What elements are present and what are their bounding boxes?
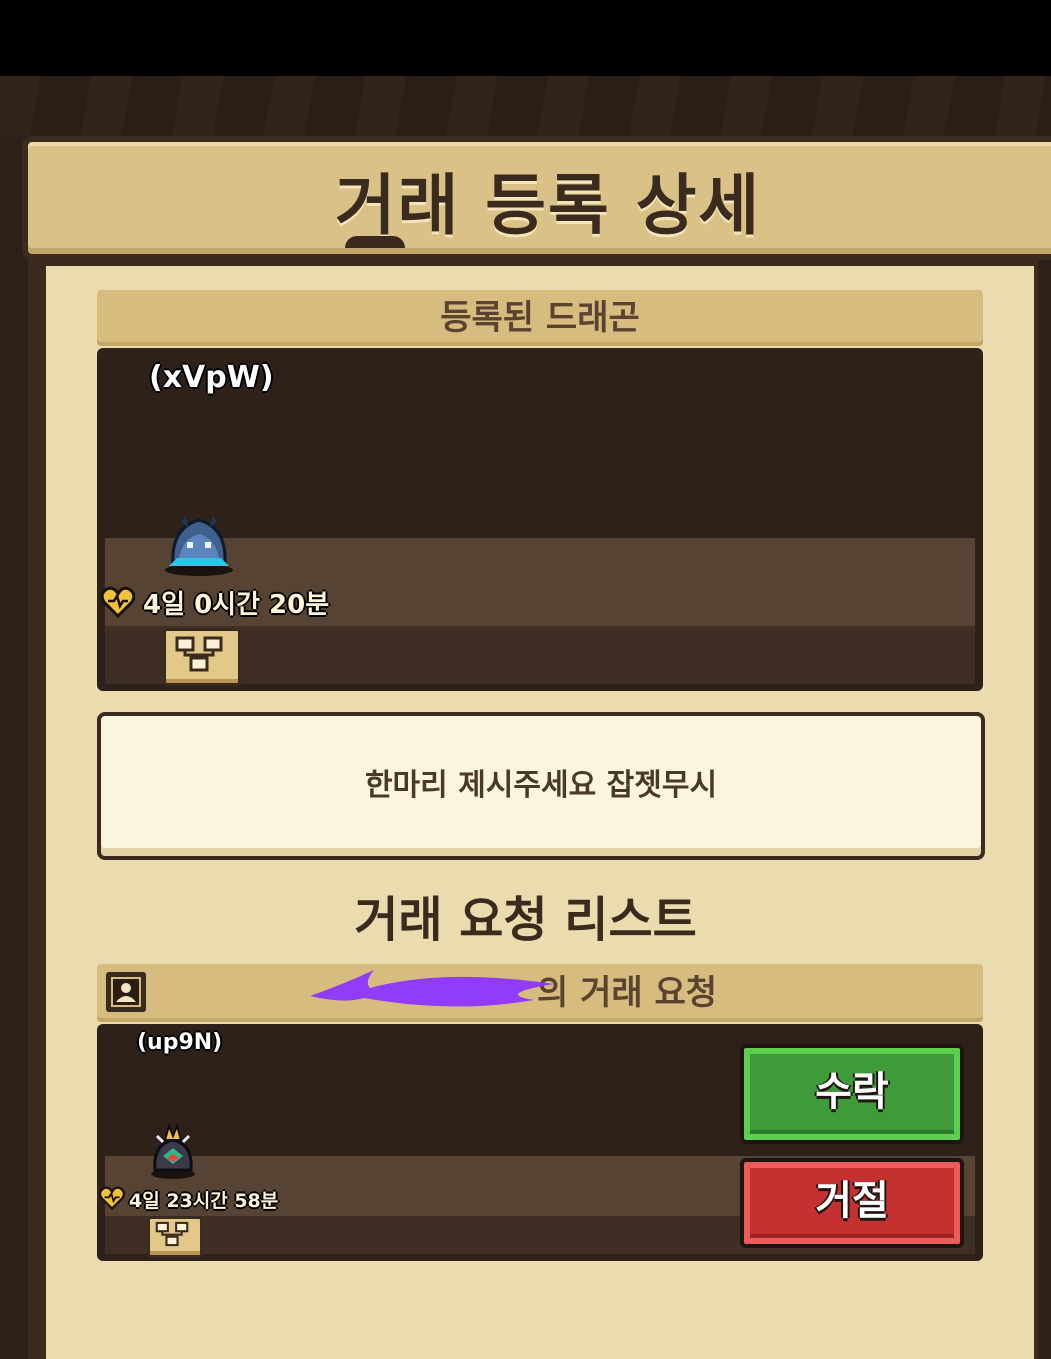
banner-notch bbox=[345, 236, 405, 248]
status-bar bbox=[0, 0, 1051, 76]
dragon-name-tag: (xVpW) bbox=[149, 360, 274, 395]
request-list-title: 거래 요청 리스트 bbox=[354, 892, 697, 948]
dragon-lineage-button[interactable] bbox=[163, 628, 241, 686]
page-title: 거래 등록 상세 bbox=[334, 167, 762, 244]
registered-dragon-card[interactable]: (xVpW) 4일 0시간 20분 bbox=[97, 348, 983, 691]
offered-dragon-sprite bbox=[151, 1122, 195, 1179]
offered-dragon-name: (up9N) bbox=[137, 1030, 223, 1055]
title-banner: 거래 등록 상세 bbox=[22, 136, 1051, 260]
accept-button-label: 수락 bbox=[815, 1069, 889, 1115]
family-tree-icon bbox=[155, 1221, 189, 1247]
trade-message-box: 한마리 제시주세요 잡젯무시 bbox=[97, 712, 985, 860]
user-icon bbox=[111, 977, 141, 1007]
dragon-lifetime: 4일 0시간 20분 bbox=[143, 590, 330, 620]
redaction-scribble bbox=[310, 970, 554, 1007]
offered-dragon-lineage-button[interactable] bbox=[147, 1216, 203, 1258]
dragon-sprite bbox=[165, 516, 233, 576]
offered-dragon-lifetime: 4일 23시간 58분 bbox=[129, 1190, 279, 1212]
user-avatar[interactable] bbox=[106, 972, 146, 1012]
registered-dragon-header: 등록된 드래곤 bbox=[97, 290, 983, 346]
background-pattern bbox=[0, 76, 1051, 136]
family-tree-icon bbox=[175, 636, 223, 672]
trade-message: 한마리 제시주세요 잡젯무시 bbox=[364, 768, 718, 803]
reject-button[interactable]: 거절 bbox=[740, 1158, 964, 1248]
accept-button[interactable]: 수락 bbox=[740, 1044, 964, 1144]
registered-dragon-header-label: 등록된 드래곤 bbox=[440, 298, 640, 338]
reject-button-label: 거절 bbox=[815, 1178, 889, 1224]
heart-icon bbox=[99, 1186, 125, 1210]
heart-icon bbox=[101, 586, 135, 618]
